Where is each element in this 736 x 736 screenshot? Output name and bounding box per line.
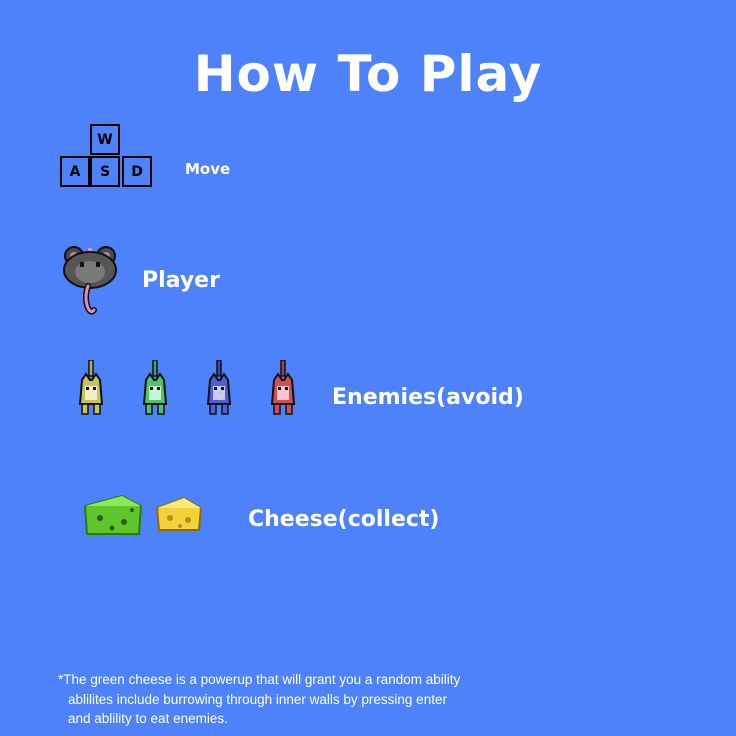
footnote-line-1: *The green cheese is a powerup that will…: [58, 672, 461, 687]
key-d: D: [122, 156, 152, 187]
yellow-cheese-icon: [155, 496, 203, 531]
footnote-line-2: ablilites include burrowing through inne…: [68, 691, 447, 707]
move-label: Move: [185, 160, 231, 178]
red-cat-icon: [270, 360, 296, 415]
key-a: A: [60, 156, 90, 187]
footnote-line-3: and ablility to eat enemies.: [68, 711, 228, 726]
blue-cat-icon: [206, 360, 232, 415]
page-title: How To Play: [193, 45, 543, 103]
player-label: Player: [142, 268, 220, 293]
footnote: *The green cheese is a powerup that will…: [58, 670, 460, 729]
green-cat-icon: [142, 360, 168, 415]
rat-icon: [63, 246, 117, 315]
cheese-label: Cheese(collect): [248, 507, 440, 532]
enemies-label: Enemies(avoid): [332, 385, 524, 410]
key-s: S: [90, 156, 120, 187]
key-w: W: [90, 124, 120, 155]
green-cheese-icon: [83, 494, 143, 535]
yellow-cat-icon: [78, 360, 104, 415]
